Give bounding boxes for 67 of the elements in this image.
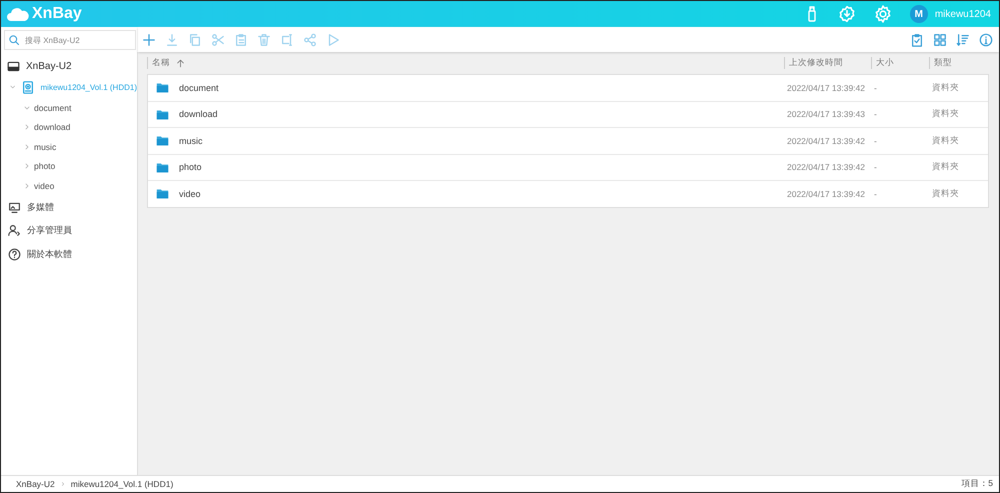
search-field[interactable]: 搜尋 XnBay-U2	[4, 30, 136, 50]
sidebar-item[interactable]: 關於本軟體	[1, 242, 137, 266]
size-cell-text: -	[873, 136, 878, 146]
app-logo-text: XnBay	[32, 5, 82, 23]
file-name: music	[179, 136, 203, 146]
chevron-right-icon[interactable]	[23, 142, 31, 151]
folder-tree-item[interactable]: music	[1, 137, 137, 156]
file-row[interactable]: photo 2022/04/17 13:39:42 - 資料夾	[148, 154, 988, 181]
file-name: document	[179, 82, 219, 93]
item-count: 項目：5	[961, 478, 993, 490]
type-cell-text: 資料夾	[931, 161, 960, 174]
column-header[interactable]: 上次修改時間	[784, 57, 871, 69]
plus-icon[interactable]	[142, 32, 156, 46]
drive-icon	[7, 60, 20, 72]
type-cell-text: 資料夾	[931, 134, 960, 147]
info-icon[interactable]	[979, 32, 993, 46]
folder-tree-item[interactable]: download	[1, 118, 137, 137]
file-row[interactable]: document 2022/04/17 13:39:42 - 資料夾	[148, 75, 988, 102]
folder-icon	[156, 134, 169, 148]
user-share-icon	[8, 224, 21, 238]
file-row[interactable]: video 2022/04/17 13:39:42 - 資料夾	[148, 181, 988, 206]
file-name: photo	[179, 162, 202, 172]
file-name: video	[179, 188, 201, 199]
size-cell-text: -	[873, 109, 878, 120]
grid-icon[interactable]	[933, 32, 947, 46]
column-header[interactable]: 類型	[929, 57, 989, 69]
file-row[interactable]: download 2022/04/17 13:39:43 - 資料夾	[148, 102, 988, 128]
modified-cell-text: 2022/04/17 13:39:42	[786, 188, 866, 199]
clipboard-check-icon[interactable]	[910, 32, 924, 46]
help-icon	[8, 248, 21, 261]
download-badge-icon[interactable]	[838, 5, 856, 23]
folder-icon	[156, 108, 169, 121]
size-cell-text: -	[873, 188, 878, 199]
modified-cell-text: 2022/04/17 13:39:43	[786, 109, 866, 120]
breadcrumb-item[interactable]: XnBay-U2	[16, 479, 55, 489]
breadcrumb-item[interactable]: mikewu1204_Vol.1 (HDD1)	[70, 479, 174, 489]
file-row[interactable]: music 2022/04/17 13:39:42 - 資料夾	[148, 128, 988, 154]
folder-tree-item[interactable]: video	[1, 176, 137, 196]
chevron-right-icon[interactable]	[23, 123, 31, 132]
folder-icon	[156, 187, 169, 200]
modified-cell-text: 2022/04/17 13:39:42	[786, 136, 866, 146]
type-cell-text: 資料夾	[931, 108, 960, 120]
type-cell-text: 資料夾	[931, 188, 960, 200]
device-tree-item[interactable]: XnBay-U2	[1, 56, 137, 76]
size-cell-text: -	[873, 82, 878, 93]
chevron-right-icon	[60, 481, 66, 487]
settings-icon[interactable]	[874, 5, 892, 23]
folder-icon	[156, 160, 169, 174]
monitor-icon	[8, 200, 21, 214]
sidebar-item[interactable]: 分享管理員	[1, 219, 137, 242]
file-name: download	[179, 109, 218, 120]
column-header[interactable]: 名稱	[147, 57, 784, 69]
cloud-logo-icon	[7, 6, 29, 22]
folder-tree-item[interactable]: document	[1, 98, 137, 118]
sort-icon[interactable]	[956, 32, 970, 46]
chevron-right-icon[interactable]	[23, 162, 31, 170]
chevron-right-icon[interactable]	[23, 182, 31, 190]
sort-up-icon[interactable]	[176, 58, 185, 68]
folder-tree-item[interactable]: photo	[1, 156, 137, 176]
chevron-down-icon[interactable]	[9, 83, 16, 91]
column-header[interactable]: 大小	[871, 57, 929, 69]
folder-icon	[156, 81, 169, 94]
modified-cell-text: 2022/04/17 13:39:42	[786, 162, 866, 172]
type-cell-text: 資料夾	[931, 82, 960, 94]
size-cell-text: -	[873, 162, 878, 172]
modified-cell-text: 2022/04/17 13:39:42	[786, 82, 866, 93]
sidebar-item[interactable]: 多媒體	[1, 196, 137, 219]
